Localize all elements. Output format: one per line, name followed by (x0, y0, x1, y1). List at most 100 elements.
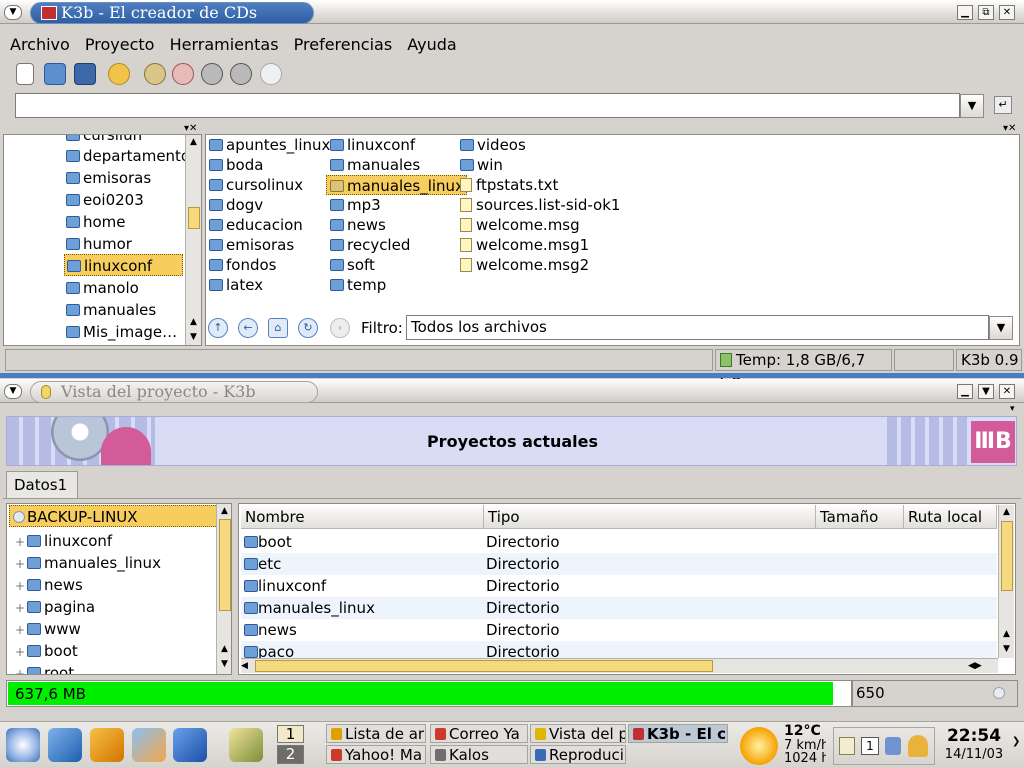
folder-item[interactable]: videos (460, 135, 526, 155)
file-item[interactable]: welcome.msg (460, 215, 580, 235)
project-tree[interactable]: BACKUP-LINUX + linuxconf + manuales_linux + n… (6, 503, 232, 675)
taskbar-arrow-icon[interactable]: ❯ (1012, 736, 1020, 747)
tree-item[interactable]: humor (66, 233, 132, 255)
panel-close-icon[interactable]: ▾✕ (184, 123, 197, 134)
column-ruta-local[interactable]: Ruta local (904, 505, 997, 529)
column-tipo[interactable]: Tipo (484, 505, 816, 529)
table-row[interactable]: etc Directorio (241, 553, 997, 575)
project-close-button[interactable]: ✕ (999, 384, 1015, 399)
scroll-down-button[interactable]: ▼ (217, 657, 231, 671)
project-tree-item[interactable]: + pagina (7, 596, 95, 618)
new-document-icon[interactable] (16, 63, 34, 85)
location-dropdown-button[interactable]: ▼ (960, 94, 984, 118)
taskbar-button[interactable]: Correo Ya (430, 724, 528, 743)
project-tree-item[interactable]: + manuales_linux (7, 552, 161, 574)
folder-item[interactable]: manuales_linux (326, 175, 467, 195)
folder-item[interactable]: linuxconf (330, 135, 415, 155)
menu-ayuda[interactable]: Ayuda (407, 35, 456, 54)
browser-icon[interactable] (132, 728, 166, 762)
file-item[interactable]: ftpstats.txt (460, 175, 558, 195)
taskbar-button[interactable]: Lista de ar (326, 724, 426, 743)
home-icon[interactable]: ⌂ (268, 318, 288, 338)
size-cd-icon[interactable] (993, 687, 1005, 699)
taskbar-button[interactable]: K3b - El c (628, 724, 728, 743)
folder-item[interactable]: manuales (330, 155, 420, 175)
clock-date[interactable]: 14/11/03 (940, 747, 1008, 763)
taskbar-button[interactable]: Yahoo! Ma (326, 745, 426, 764)
folder-item[interactable]: temp (330, 275, 386, 295)
location-input[interactable] (15, 93, 960, 118)
folder-item[interactable]: cursolinux (209, 175, 303, 195)
tree-item[interactable]: manolo (66, 277, 139, 299)
folder-item[interactable]: latex (209, 275, 263, 295)
volume-icon[interactable] (885, 737, 901, 755)
save-icon[interactable] (74, 63, 96, 85)
project-tree-item[interactable]: + root (7, 662, 74, 674)
tree-item-selected[interactable]: linuxconf (64, 254, 183, 276)
konqueror-icon[interactable] (90, 728, 124, 762)
scroll-thumb[interactable] (219, 519, 231, 611)
taskbar-button[interactable]: Reproduci (530, 745, 626, 764)
desktop-1-button[interactable]: 1 (277, 725, 304, 743)
scroll-up-button[interactable]: ▲ (217, 504, 231, 518)
tree-item[interactable]: eoi0203 (66, 189, 144, 211)
folder-item[interactable]: dogv (209, 195, 263, 215)
table-row[interactable]: boot Directorio (241, 531, 997, 553)
folder-item[interactable]: apuntes_linux (209, 135, 330, 155)
k-menu-icon[interactable] (6, 728, 40, 762)
table-row[interactable]: manuales_linux Directorio (241, 597, 997, 619)
expand-icon[interactable]: + (7, 663, 27, 674)
messenger-icon[interactable] (908, 735, 928, 757)
scroll-left-button-2[interactable]: ◀▶ (968, 659, 982, 673)
project-tree-root[interactable]: BACKUP-LINUX (9, 505, 218, 527)
folder-item[interactable]: soft (330, 255, 375, 275)
folder-item[interactable]: fondos (209, 255, 276, 275)
tree-item[interactable]: home (66, 211, 126, 233)
scroll-up-button-2[interactable]: ▲ (999, 627, 1014, 641)
home-folder-icon[interactable] (173, 728, 207, 762)
project-minimize-button[interactable]: ▁ (957, 384, 973, 399)
file-list-scrollbar[interactable]: ▲ ▲ ▼ (998, 505, 1014, 658)
audio-cd-icon[interactable] (144, 63, 166, 85)
back-icon[interactable]: ← (238, 318, 258, 338)
scroll-up-button-2[interactable]: ▲ (217, 642, 231, 656)
tree-scrollbar[interactable]: ▲ ▲ ▼ (185, 135, 201, 345)
expand-icon[interactable]: + (7, 575, 27, 597)
go-icon[interactable]: ↵ (994, 96, 1012, 114)
expand-icon[interactable]: + (7, 641, 27, 663)
folder-item[interactable]: win (460, 155, 503, 175)
menu-archivo[interactable]: Archivo (10, 35, 70, 54)
burn-gear-icon[interactable] (201, 63, 223, 85)
table-row[interactable]: linuxconf Directorio (241, 575, 997, 597)
close-button[interactable]: ✕ (999, 5, 1015, 20)
directory-tree[interactable]: cursilun departamento emisoras eoi0203 h… (3, 134, 202, 346)
copy-cd-icon[interactable] (260, 63, 282, 85)
project-tree-item[interactable]: + boot (7, 640, 78, 662)
folder-item[interactable]: recycled (330, 235, 410, 255)
project-window-menu-button[interactable]: ▼ (4, 384, 22, 399)
project-tree-item[interactable]: + news (7, 574, 83, 596)
folder-item[interactable]: educacion (209, 215, 303, 235)
tree-item[interactable]: Mis_image… (66, 321, 177, 343)
file-item[interactable]: welcome.msg2 (460, 255, 589, 275)
clock-time[interactable]: 22:54 (940, 726, 1008, 746)
reload-icon[interactable]: ↻ (298, 318, 318, 338)
scroll-up-button[interactable]: ▲ (999, 505, 1014, 519)
filter-select[interactable]: Todos los archivos (406, 315, 989, 340)
file-list-hscrollbar[interactable]: ◀ ◀▶ (241, 658, 998, 673)
panel-resize-icon[interactable]: ▾ (1010, 404, 1015, 414)
filter-dropdown-button[interactable]: ▼ (989, 316, 1013, 340)
tab-datos1[interactable]: Datos1 (6, 471, 78, 499)
table-row[interactable]: paco Directorio (241, 641, 997, 659)
tree-item[interactable]: manuales (66, 299, 156, 321)
folder-item[interactable]: boda (209, 155, 263, 175)
scroll-thumb[interactable] (188, 207, 200, 229)
scroll-up-button[interactable]: ▲ (186, 135, 201, 149)
file-item[interactable]: welcome.msg1 (460, 235, 589, 255)
expand-icon[interactable]: + (7, 597, 27, 619)
maximize-button[interactable]: ⧉ (978, 5, 994, 20)
panel-close-icon-right[interactable]: ▾✕ (1003, 123, 1016, 134)
minimize-button[interactable]: ▁ (957, 5, 973, 20)
taskbar-button[interactable]: Vista del p (530, 724, 626, 743)
file-item[interactable]: sources.list-sid-ok1 (460, 195, 620, 215)
